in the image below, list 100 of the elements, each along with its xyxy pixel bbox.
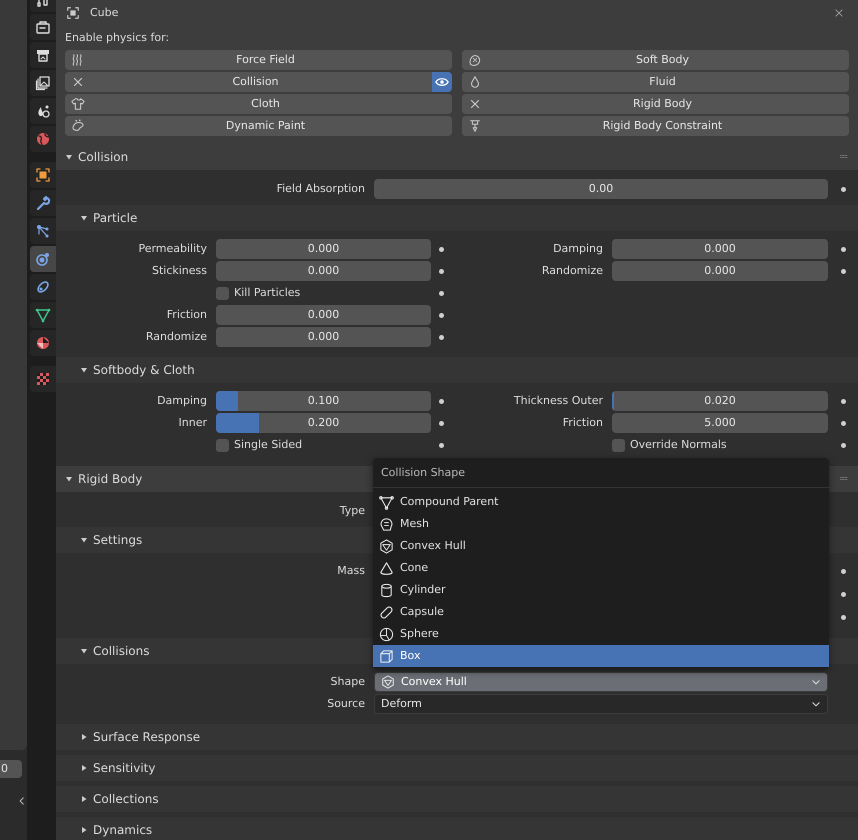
eye-toggle[interactable] [432,72,452,92]
properties-tab[interactable] [30,70,56,96]
keyframe-dot-icon[interactable] [840,268,846,274]
keyframe-dot-icon[interactable] [840,186,846,192]
panel-title[interactable]: Collisions [93,642,150,660]
field-label: Damping [552,240,604,257]
keyframe-dot-icon[interactable] [438,312,444,318]
panel-title[interactable]: Settings [93,531,142,549]
keyframe-dot-icon[interactable] [840,615,846,620]
physics-button[interactable]: Soft Body [462,50,849,70]
properties-tab[interactable] [30,190,56,216]
physics-button[interactable]: Collision [65,72,432,92]
panel-title[interactable]: Softbody & Cloth [93,361,195,379]
keyframe-dot-icon[interactable] [438,290,444,296]
menu-item[interactable]: Cylinder [373,579,829,601]
shirt-icon [71,97,85,111]
menu-item[interactable]: Capsule [373,601,829,623]
properties-tab[interactable] [30,42,56,68]
menu-item[interactable]: Box [373,645,829,667]
panel-title[interactable]: Collision [78,148,128,166]
keyframe-dot-icon[interactable] [840,398,846,404]
number-field[interactable]: 0.000 [216,261,431,281]
keyframe-dot-icon[interactable] [840,592,846,597]
keyframe-dot-icon[interactable] [438,268,444,274]
panel-title[interactable]: Rigid Body [78,470,142,488]
menu-item[interactable]: Compound Parent [373,491,829,513]
menu-item[interactable]: Mesh [373,513,829,535]
keyframe-dot-icon[interactable] [840,420,846,426]
dropdown-field[interactable]: Convex Hull [374,672,828,692]
number-field[interactable]: 0.100 [216,391,431,411]
number-field[interactable]: 0.00 [374,179,828,199]
properties-tab[interactable] [30,274,56,300]
number-field[interactable]: 0.200 [216,413,431,433]
physics-button[interactable]: Fluid [462,72,849,92]
number-field[interactable]: 0.000 [216,239,431,259]
panel-title[interactable]: Collections [93,790,159,808]
expand-arrow-icon[interactable] [80,795,88,803]
number-field[interactable]: 0.000 [216,327,431,347]
collapse-arrow-icon[interactable] [80,214,88,222]
checker-icon [35,371,51,387]
physics-button[interactable]: Rigid Body [462,94,849,114]
menu-item[interactable]: Cone [373,557,829,579]
keyframe-dot-icon[interactable] [840,569,846,574]
dropdown-field[interactable]: Deform [374,694,828,714]
expand-arrow-icon[interactable] [80,733,88,741]
triangle-icon [35,307,51,323]
properties-tab[interactable] [30,162,56,188]
triangle-nodes-icon [379,494,394,510]
keyframe-dot-icon[interactable] [438,420,444,426]
checkbox[interactable] [216,438,229,452]
number-field[interactable]: 0.000 [612,239,828,259]
chevron-down-icon [811,677,821,687]
drag-handle-icon[interactable] [838,475,850,483]
physics-button[interactable]: Cloth [65,94,452,114]
panel-title[interactable]: Particle [93,209,138,227]
menu-title: Collision Shape [373,458,829,488]
drag-handle-icon[interactable] [838,153,850,161]
keyframe-dot-icon[interactable] [438,442,444,448]
collapse-arrow-icon[interactable] [80,366,88,374]
properties-tab[interactable] [30,330,56,356]
collapse-arrow-icon[interactable] [65,153,73,161]
properties-tab[interactable] [30,302,56,328]
keyframe-dot-icon[interactable] [438,334,444,340]
field-label: Source [326,696,366,712]
physics-button[interactable]: Rigid Body Constraint [462,116,849,136]
properties-tab[interactable] [30,218,56,244]
collapse-arrow-icon[interactable] [80,647,88,655]
physics-button[interactable]: Force Field [65,50,452,70]
checkbox[interactable] [612,438,625,452]
checkbox[interactable] [216,286,229,300]
globe-icon [35,131,51,147]
number-field[interactable]: 0 [0,760,22,778]
physics-button[interactable]: Dynamic Paint [65,116,452,136]
close-icon[interactable] [834,8,844,18]
keyframe-dot-icon[interactable] [840,442,846,448]
field-label: Randomize [540,262,604,279]
keyframe-dot-icon[interactable] [840,246,846,252]
number-field[interactable]: 0.000 [216,305,431,325]
expand-arrow-icon[interactable] [80,826,88,834]
number-field[interactable]: 0.000 [612,261,828,281]
properties-tab[interactable] [30,98,56,124]
field-label: Stickiness [150,262,208,279]
joint-icon [468,119,482,133]
printer-icon [35,47,51,63]
eye-icon [435,75,449,89]
collapse-arrow-icon[interactable] [80,536,88,544]
properties-tab[interactable] [30,14,56,40]
collapse-arrow-icon[interactable] [65,475,73,483]
field-label: Type [338,502,366,519]
panel-title[interactable]: Dynamics [93,821,152,839]
number-field[interactable]: 5.000 [612,413,828,433]
number-field[interactable]: 0.020 [612,391,828,411]
expand-arrow-icon[interactable] [80,764,88,772]
panel-title[interactable]: Surface Response [93,728,200,746]
checkbox-label: Single Sided [234,436,302,453]
menu-item[interactable]: Sphere [373,623,829,645]
keyframe-dot-icon[interactable] [438,398,444,404]
menu-item[interactable]: Convex Hull [373,535,829,557]
keyframe-dot-icon[interactable] [438,246,444,252]
panel-title[interactable]: Sensitivity [93,759,156,777]
